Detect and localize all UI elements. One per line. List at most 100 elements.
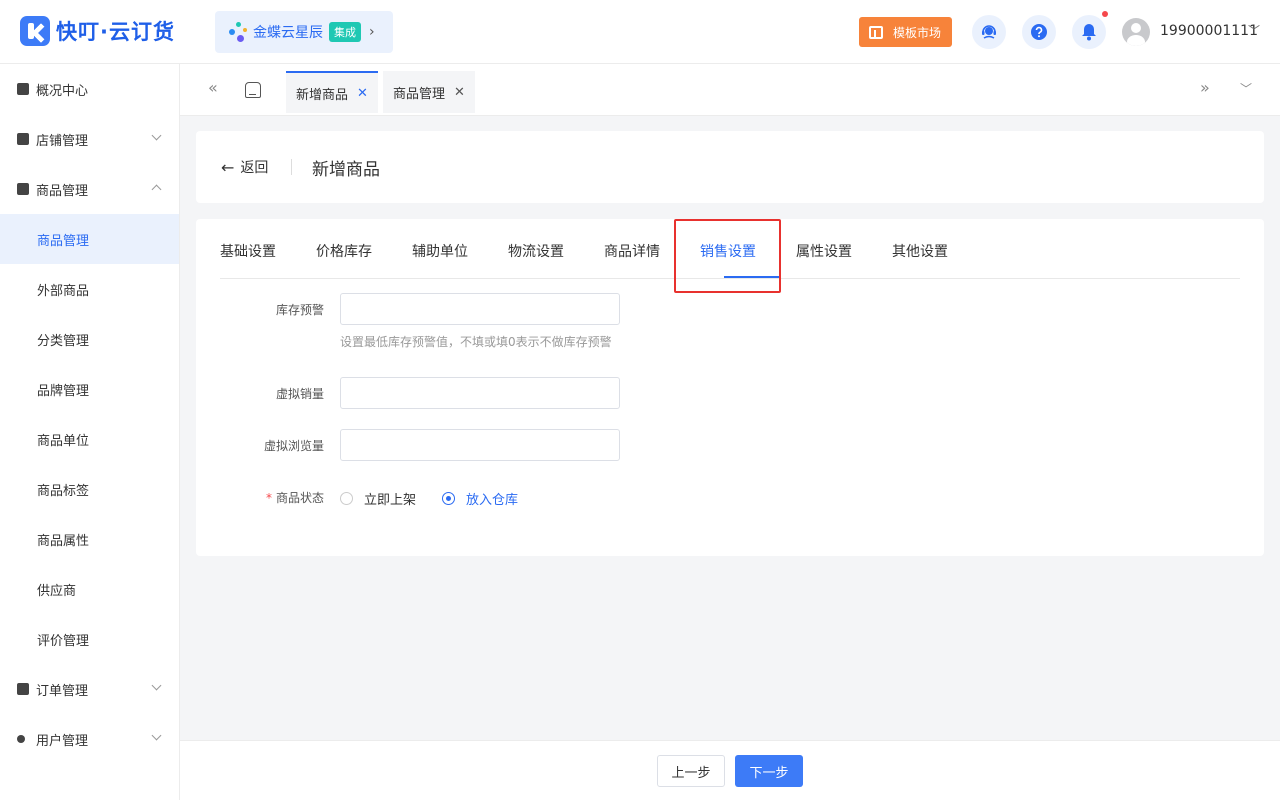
sidebar-item-label: 分类管理	[37, 333, 90, 349]
template-icon	[869, 25, 883, 39]
template-market-button[interactable]: 模板市场	[859, 17, 952, 47]
tab-attribute-settings[interactable]: 属性设置	[796, 241, 852, 261]
tab-label: 新增商品	[296, 87, 349, 103]
app-logo[interactable]: 快叮·云订货	[20, 16, 175, 46]
sidebar-group-products[interactable]: 商品管理	[0, 164, 179, 214]
sidebar-group-users[interactable]: 用户管理	[0, 714, 179, 764]
virtual-views-input[interactable]	[340, 429, 620, 461]
chevron-down-icon[interactable]: ﹀	[1240, 80, 1252, 97]
briefcase-icon	[17, 183, 29, 195]
sidebar-item-suppliers[interactable]: 供应商	[0, 564, 179, 614]
back-label: 返回	[240, 160, 269, 176]
partner-badge: 集成	[329, 22, 361, 42]
username[interactable]: 19900001111	[1160, 23, 1258, 39]
tab-product-details[interactable]: 商品详情	[604, 241, 660, 261]
page-tab-bar: « 新增商品 ✕ 商品管理 ✕ » ﹀	[180, 64, 1280, 116]
sidebar-item-units[interactable]: 商品单位	[0, 414, 179, 464]
sidebar-group-label: 店铺管理	[36, 133, 89, 149]
store-icon	[17, 133, 29, 145]
tab-new-product[interactable]: 新增商品 ✕	[286, 71, 378, 113]
chevron-down-icon[interactable]: ﹀	[1248, 22, 1260, 39]
sidebar-item-product-management[interactable]: 商品管理	[0, 214, 179, 264]
sidebar-item-label: 商品属性	[37, 533, 90, 549]
virtual-views-label: 虚拟浏览量	[263, 439, 324, 453]
radio-put-in-warehouse[interactable]: 放入仓库	[442, 489, 518, 508]
home-icon[interactable]	[245, 82, 261, 98]
logo-icon	[20, 16, 50, 46]
radio-list-now[interactable]: 立即上架	[340, 489, 416, 508]
tab-product-management[interactable]: 商品管理 ✕	[383, 71, 475, 113]
partner-integration-button[interactable]: 金蝶云星辰 集成 ›	[215, 11, 393, 53]
tab-price-stock[interactable]: 价格库存	[316, 241, 372, 261]
sidebar-item-brands[interactable]: 品牌管理	[0, 364, 179, 414]
sidebar-item-label: 外部商品	[37, 283, 90, 299]
footer-bar: 上一步 下一步	[180, 740, 1280, 800]
sidebar-item-label: 品牌管理	[37, 383, 90, 399]
kingdee-icon	[229, 21, 251, 43]
close-icon[interactable]: ✕	[357, 86, 368, 101]
chevron-down-icon	[151, 130, 162, 141]
previous-step-button[interactable]: 上一步	[657, 755, 725, 787]
customer-service-button[interactable]	[972, 15, 1006, 49]
stock-warning-label: 库存预警	[275, 303, 324, 317]
sidebar-group-orders[interactable]: 订单管理	[0, 664, 179, 714]
bell-icon	[1082, 24, 1096, 41]
tab-other-settings[interactable]: 其他设置	[892, 241, 948, 261]
sidebar-item-external-products[interactable]: 外部商品	[0, 264, 179, 314]
avatar[interactable]	[1122, 18, 1150, 46]
clipboard-icon	[17, 683, 29, 695]
sidebar-item-label: 商品管理	[37, 233, 90, 249]
back-button[interactable]: ← 返回	[221, 157, 268, 177]
radio-label: 立即上架	[364, 493, 417, 508]
tab-basic-settings[interactable]: 基础设置	[220, 241, 276, 261]
sidebar-item-label: 商品单位	[37, 433, 90, 449]
radio-circle	[340, 492, 353, 505]
sidebar-item-attributes[interactable]: 商品属性	[0, 514, 179, 564]
sidebar-group-label: 概况中心	[36, 83, 89, 99]
radio-label: 放入仓库	[466, 493, 519, 508]
sidebar-group-label: 用户管理	[36, 733, 89, 749]
sidebar-group-overview[interactable]: 概况中心	[0, 64, 179, 114]
chevron-down-icon	[151, 730, 162, 741]
partner-name: 金蝶云星辰	[253, 25, 323, 41]
page-header-card: ← 返回 新增商品	[196, 131, 1264, 203]
sidebar-item-reviews[interactable]: 评价管理	[0, 614, 179, 664]
chevron-up-icon	[151, 184, 162, 195]
divider	[291, 159, 292, 175]
chevron-right-icon: ›	[369, 24, 375, 40]
top-bar: 快叮·云订货 金蝶云星辰 集成 › 模板市场 19900001111 ﹀	[0, 0, 1280, 64]
sidebar: 概况中心 店铺管理 商品管理 商品管理 外部商品 分类管理 品牌管理 商品单位 …	[0, 64, 180, 800]
tab-aux-units[interactable]: 辅助单位	[412, 241, 468, 261]
scroll-right-icon[interactable]: »	[1200, 78, 1210, 97]
user-icon	[17, 735, 25, 743]
sidebar-group-label: 订单管理	[36, 683, 89, 699]
sidebar-group-store[interactable]: 店铺管理	[0, 114, 179, 164]
help-icon	[1031, 24, 1047, 40]
required-mark: *	[265, 491, 272, 505]
sidebar-item-categories[interactable]: 分类管理	[0, 314, 179, 364]
virtual-sales-label: 虚拟销量	[275, 387, 324, 401]
scroll-left-icon[interactable]: «	[208, 78, 218, 97]
notifications-button[interactable]	[1072, 15, 1106, 49]
sidebar-item-label: 评价管理	[37, 633, 90, 649]
radio-circle-selected	[442, 492, 455, 505]
bag-icon	[17, 83, 29, 95]
virtual-sales-input[interactable]	[340, 377, 620, 409]
sidebar-item-tags[interactable]: 商品标签	[0, 464, 179, 514]
form-card: 基础设置 价格库存 辅助单位 物流设置 商品详情 销售设置 属性设置 其他设置 …	[196, 219, 1264, 556]
arrow-left-icon: ←	[221, 157, 235, 177]
sidebar-item-label: 商品标签	[37, 483, 90, 499]
stock-warning-input[interactable]	[340, 293, 620, 325]
tab-label: 商品管理	[393, 86, 446, 102]
tab-logistics[interactable]: 物流设置	[508, 241, 564, 261]
sidebar-item-label: 供应商	[37, 583, 77, 599]
page-title: 新增商品	[312, 160, 380, 180]
close-icon[interactable]: ✕	[454, 85, 465, 100]
customer-service-icon	[982, 25, 996, 39]
product-status-label: * 商品状态	[196, 489, 324, 506]
sidebar-group-label: 商品管理	[36, 183, 89, 199]
help-button[interactable]	[1022, 15, 1056, 49]
next-step-button[interactable]: 下一步	[735, 755, 803, 787]
highlight-box	[674, 219, 781, 293]
logo-text: 快叮·云订货	[56, 20, 175, 44]
